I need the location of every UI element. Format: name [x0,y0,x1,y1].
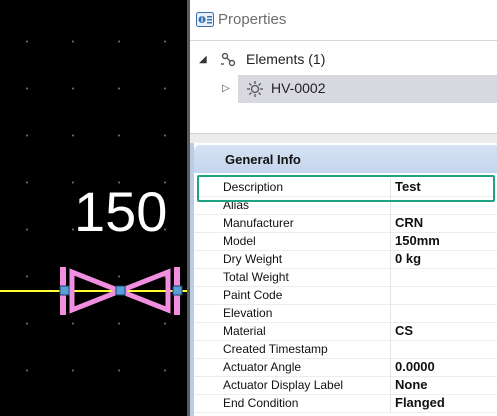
column-divider [390,359,391,377]
collapsed-triangle-icon[interactable]: ▷ [222,83,230,94]
property-row[interactable]: Actuator Display Label None [194,377,497,395]
properties-titlebar: Properties [190,0,497,41]
column-divider [390,323,391,341]
property-value[interactable]: 150mm [395,233,440,248]
column-divider [390,251,391,269]
property-row[interactable]: Material CS [194,323,497,341]
property-row[interactable]: Elevation [194,305,497,323]
property-label: End Condition [223,396,299,410]
column-divider [390,215,391,233]
column-divider [390,233,391,251]
properties-icon [196,12,214,27]
column-divider [390,377,391,395]
expanded-triangle-icon[interactable]: ◢ [199,54,207,65]
property-value[interactable]: None [395,377,428,392]
property-label: Material [223,324,266,338]
tree-root-label: Elements (1) [246,51,326,67]
property-label: Model [223,234,256,248]
property-row[interactable]: End Condition Flanged [194,395,497,413]
property-row[interactable]: Dry Weight 0 kg [194,251,497,269]
dimension-label: 150 [74,180,168,243]
property-row[interactable]: Model 150mm [194,233,497,251]
property-label: Actuator Angle [223,360,302,374]
handle-left [59,285,70,296]
column-divider [390,287,391,305]
property-label: Total Weight [223,270,289,284]
selection-highlight-box [197,175,495,202]
elements-icon [221,52,236,67]
property-value[interactable]: CS [395,323,413,338]
property-value[interactable]: CRN [395,215,423,230]
tree-item-elements[interactable]: ◢ Elements (1) [190,46,497,74]
property-label: Created Timestamp [223,342,328,356]
property-value[interactable]: Flanged [395,395,445,410]
property-value[interactable]: 0.0000 [395,359,435,374]
property-label: Dry Weight [223,252,283,266]
panel-title: Properties [218,11,287,28]
column-divider [390,305,391,323]
property-row[interactable]: Actuator Angle 0.0000 [194,359,497,377]
property-row[interactable]: Manufacturer CRN [194,215,497,233]
selection-tree: ◢ Elements (1) ▷ HV-0002 [190,41,497,133]
tree-item-hv-0002[interactable]: ▷ HV-0002 [222,75,497,103]
group-title: General Info [225,152,301,167]
group-header-general-info[interactable]: General Info [194,145,497,173]
property-label: Manufacturer [223,216,294,230]
property-label: Paint Code [223,288,283,302]
property-row[interactable]: Created Timestamp [194,341,497,359]
column-divider [390,395,391,413]
property-row[interactable]: Paint Code [194,287,497,305]
property-value[interactable]: 0 kg [395,251,421,266]
valve-gear-icon [247,81,263,97]
handle-right [172,285,183,296]
tree-child-label: HV-0002 [271,80,326,96]
property-row[interactable]: Total Weight [194,269,497,287]
column-divider [390,269,391,287]
property-label: Actuator Display Label [223,378,344,392]
handle-center [115,285,126,296]
column-divider [390,341,391,359]
property-label: Elevation [223,306,273,320]
valve-symbol[interactable] [0,258,187,322]
